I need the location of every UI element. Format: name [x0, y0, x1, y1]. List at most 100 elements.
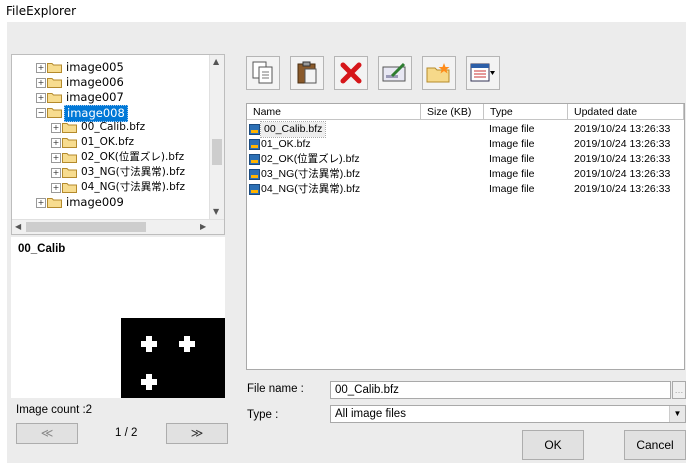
- file-name: 00_Calib.bfz: [259, 121, 327, 138]
- next-page-button[interactable]: ≫: [166, 423, 228, 444]
- expand-icon[interactable]: +: [51, 168, 61, 178]
- calibration-mark-icon: [179, 336, 195, 352]
- file-type: Image file: [489, 168, 535, 180]
- folder-open-icon: [47, 108, 62, 118]
- file-date: 2019/10/24 13:26:33: [574, 168, 671, 180]
- tree-vscroll-thumb[interactable]: [212, 139, 222, 165]
- expand-icon[interactable]: +: [51, 138, 61, 148]
- bfz-file-icon: [249, 139, 260, 150]
- file-date: 2019/10/24 13:26:33: [574, 123, 671, 135]
- expand-icon[interactable]: +: [36, 198, 46, 208]
- scroll-left-icon[interactable]: ◀: [15, 222, 21, 231]
- file-row[interactable]: 01_OK.bfz Image file 2019/10/24 13:26:33: [247, 137, 684, 152]
- file-name: 02_OK(位置ズレ).bfz: [261, 153, 360, 165]
- expand-icon[interactable]: +: [36, 78, 46, 88]
- folder-icon: [62, 123, 77, 133]
- paste-button[interactable]: [290, 56, 324, 90]
- tree-item-label: 01_OK.bfz: [81, 136, 134, 148]
- folder-icon: [47, 63, 62, 73]
- file-type: Image file: [489, 123, 535, 135]
- tree-hscroll-thumb[interactable]: [26, 222, 146, 232]
- window-title: FileExplorer: [6, 4, 77, 18]
- rename-icon: [382, 62, 406, 82]
- view-icon: [470, 63, 495, 82]
- file-name: 03_NG(寸法異常).bfz: [261, 168, 361, 180]
- type-label: Type :: [247, 409, 279, 421]
- scroll-right-icon[interactable]: ▶: [200, 222, 206, 231]
- column-header-name[interactable]: Name: [247, 104, 421, 120]
- collapse-icon[interactable]: −: [36, 108, 46, 118]
- file-type-select[interactable]: All image files ▼: [330, 405, 686, 423]
- tree-item-label: image007: [66, 90, 124, 104]
- new-folder-button[interactable]: [422, 56, 456, 90]
- copy-icon: [252, 61, 273, 84]
- expand-icon[interactable]: +: [36, 93, 46, 103]
- bfz-file-icon: [249, 124, 260, 135]
- previous-page-button[interactable]: ≪: [16, 423, 78, 444]
- file-date: 2019/10/24 13:26:33: [574, 153, 671, 165]
- bfz-file-icon: [249, 184, 260, 195]
- scroll-down-icon[interactable]: ▼: [213, 207, 219, 216]
- tree-vertical-scrollbar[interactable]: ▲ ▼: [209, 55, 224, 220]
- tree-horizontal-scrollbar[interactable]: ◀ ▶: [12, 219, 224, 234]
- file-date: 2019/10/24 13:26:33: [574, 183, 671, 195]
- expand-icon[interactable]: +: [51, 183, 61, 193]
- file-date: 2019/10/24 13:26:33: [574, 138, 671, 150]
- copy-button[interactable]: [246, 56, 280, 90]
- folder-icon: [62, 168, 77, 178]
- tree-item-label: 00_Calib.bfz: [81, 121, 146, 133]
- view-options-button[interactable]: [466, 56, 500, 90]
- tree-item-label: image009: [66, 195, 124, 209]
- expand-icon[interactable]: +: [51, 123, 61, 133]
- bfz-file-icon: [249, 169, 260, 180]
- rename-button[interactable]: [378, 56, 412, 90]
- chevron-down-icon[interactable]: ▼: [669, 406, 685, 422]
- folder-icon: [62, 138, 77, 148]
- file-name-input[interactable]: 00_Calib.bfz: [330, 381, 671, 399]
- image-count: Image count :2: [16, 404, 93, 416]
- image-preview: 00_Calib: [11, 237, 225, 398]
- file-type: Image file: [489, 153, 535, 165]
- expand-icon[interactable]: +: [51, 153, 61, 163]
- file-type-value: All image files: [335, 408, 406, 420]
- file-name-label: File name :: [247, 383, 304, 395]
- folder-tree[interactable]: + image005 + image006 + image007− image008 +00_…: [11, 54, 225, 235]
- file-name: 01_OK.bfz: [261, 138, 311, 150]
- column-header-size[interactable]: Size (KB): [421, 104, 484, 120]
- column-header-type[interactable]: Type: [484, 104, 568, 120]
- file-type: Image file: [489, 183, 535, 195]
- scroll-up-icon[interactable]: ▲: [213, 57, 219, 66]
- tree-item-label: 02_OK(位置ズレ).bfz: [81, 151, 185, 163]
- expand-icon[interactable]: +: [36, 63, 46, 73]
- bfz-file-icon: [249, 154, 260, 165]
- file-row[interactable]: 03_NG(寸法異常).bfz Image file 2019/10/24 13:2…: [247, 167, 684, 182]
- tree-item-label: 03_NG(寸法異常).bfz: [81, 166, 186, 178]
- tree-item-label: image005: [66, 60, 124, 74]
- new-folder-icon: [426, 63, 450, 83]
- page-indicator: 1 / 2: [115, 427, 138, 439]
- preview-title: 00_Calib: [18, 243, 66, 255]
- folder-icon: [62, 183, 77, 193]
- paste-icon: [297, 61, 317, 84]
- tree-item-label: image006: [66, 75, 124, 89]
- file-name-ellipsis-button[interactable]: …: [672, 381, 686, 399]
- column-header-updated-date[interactable]: Updated date: [568, 104, 684, 120]
- file-row[interactable]: 02_OK(位置ズレ).bfz Image file 2019/10/24 13:2…: [247, 152, 684, 167]
- title-bar: FileExplorer: [0, 0, 686, 22]
- file-type: Image file: [489, 138, 535, 150]
- ok-button[interactable]: OK: [522, 430, 584, 460]
- file-list[interactable]: Name Size (KB) Type Updated date 00_Cali…: [246, 103, 685, 370]
- delete-icon: [340, 62, 362, 84]
- file-name: 04_NG(寸法異常).bfz: [261, 183, 361, 195]
- calibration-mark-icon: [141, 374, 157, 390]
- folder-icon: [47, 78, 62, 88]
- file-row[interactable]: 04_NG(寸法異常).bfz Image file 2019/10/24 13:2…: [247, 182, 684, 197]
- calibration-mark-icon: [141, 336, 157, 352]
- tree-item-label: 04_NG(寸法異常).bfz: [81, 181, 186, 193]
- file-row[interactable]: 00_Calib.bfz Image file 2019/10/24 13:26:3…: [247, 121, 684, 138]
- folder-icon: [47, 93, 62, 103]
- cancel-button[interactable]: Cancel: [624, 430, 686, 460]
- folder-icon: [62, 153, 77, 163]
- folder-icon: [47, 198, 62, 208]
- delete-button[interactable]: [334, 56, 368, 90]
